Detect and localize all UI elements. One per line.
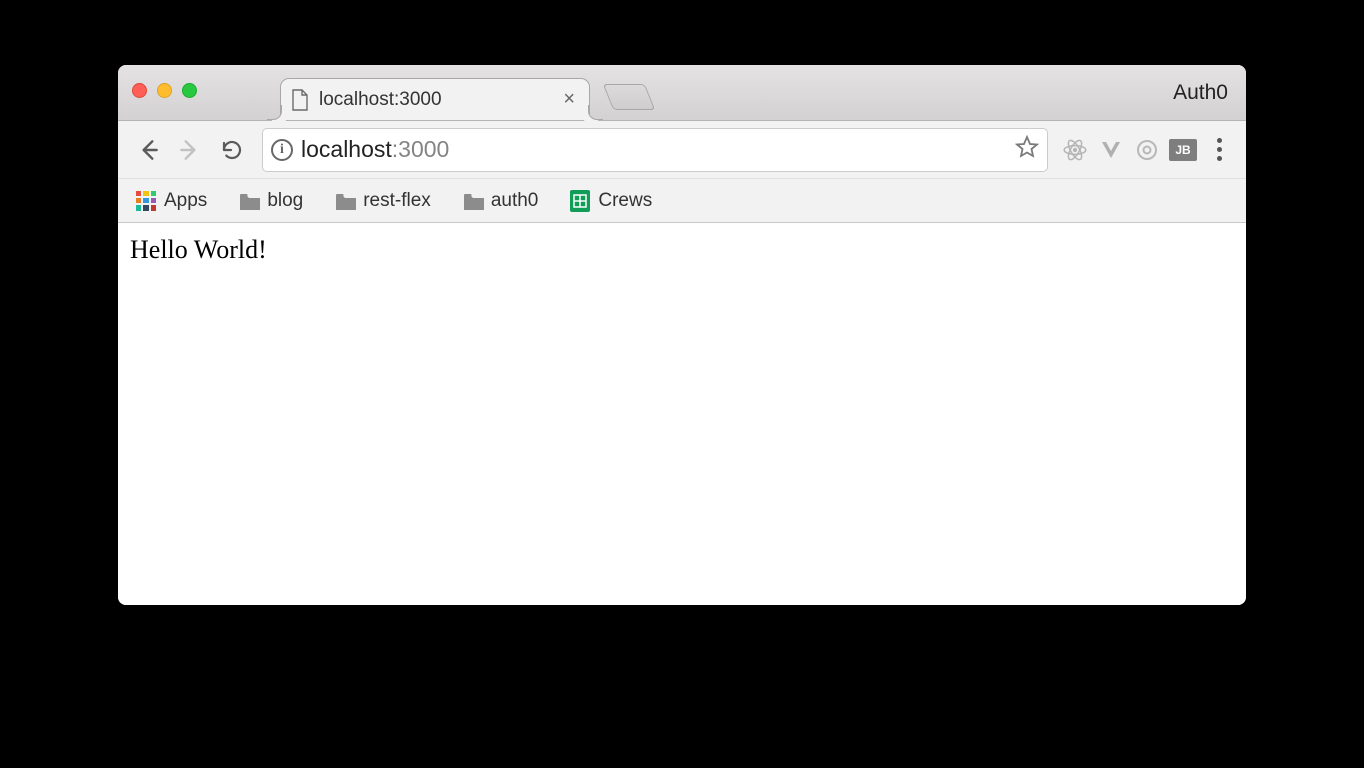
browser-menu-button[interactable] (1204, 135, 1234, 165)
apps-label: Apps (164, 190, 207, 212)
site-info-icon[interactable]: i (271, 139, 293, 161)
bookmark-folder-rest-flex[interactable]: rest-flex (329, 186, 437, 216)
bookmark-crews[interactable]: Crews (564, 186, 658, 216)
bookmark-label: rest-flex (363, 190, 431, 212)
bookmark-label: auth0 (491, 190, 539, 212)
react-devtools-icon[interactable] (1060, 135, 1090, 165)
folder-icon (335, 193, 355, 209)
toolbar: i localhost:3000 (118, 121, 1246, 179)
reload-button[interactable] (214, 132, 250, 168)
url-path: :3000 (392, 136, 450, 162)
url-host: localhost (301, 136, 392, 162)
back-button[interactable] (130, 132, 166, 168)
page-body-text: Hello World! (130, 235, 1234, 265)
address-bar[interactable]: i localhost:3000 (262, 128, 1048, 172)
vue-devtools-icon[interactable] (1096, 135, 1126, 165)
close-window-button[interactable] (132, 83, 147, 98)
tab-close-button[interactable]: × (559, 88, 579, 111)
file-icon (291, 89, 309, 111)
bookmark-label: Crews (598, 190, 652, 212)
new-tab-button[interactable] (603, 84, 656, 110)
apps-grid-icon (136, 191, 156, 211)
folder-icon (239, 193, 259, 209)
titlebar: localhost:3000 × Auth0 (118, 65, 1246, 121)
jetbrains-extension-icon[interactable]: JB (1168, 135, 1198, 165)
url-display: localhost:3000 (301, 136, 1007, 163)
extension-circle-icon[interactable] (1132, 135, 1162, 165)
bookmark-label: blog (267, 190, 303, 212)
apps-shortcut[interactable]: Apps (130, 186, 213, 216)
browser-tab-active[interactable]: localhost:3000 × (280, 78, 590, 120)
jb-badge-label: JB (1169, 139, 1197, 161)
profile-label[interactable]: Auth0 (1173, 81, 1228, 105)
window-controls (132, 83, 197, 98)
minimize-window-button[interactable] (157, 83, 172, 98)
tab-strip: localhost:3000 × (280, 78, 650, 120)
bookmark-star-icon[interactable] (1015, 135, 1039, 164)
bookmark-folder-blog[interactable]: blog (233, 186, 309, 216)
tab-title: localhost:3000 (319, 89, 559, 111)
sheets-icon (570, 190, 590, 212)
folder-icon (463, 193, 483, 209)
bookmarks-bar: Apps blog rest-flex auth0 (118, 179, 1246, 223)
page-viewport: Hello World! (118, 223, 1246, 605)
maximize-window-button[interactable] (182, 83, 197, 98)
bookmark-folder-auth0[interactable]: auth0 (457, 186, 545, 216)
forward-button[interactable] (172, 132, 208, 168)
browser-window: localhost:3000 × Auth0 i localhost:3000 (118, 65, 1246, 605)
